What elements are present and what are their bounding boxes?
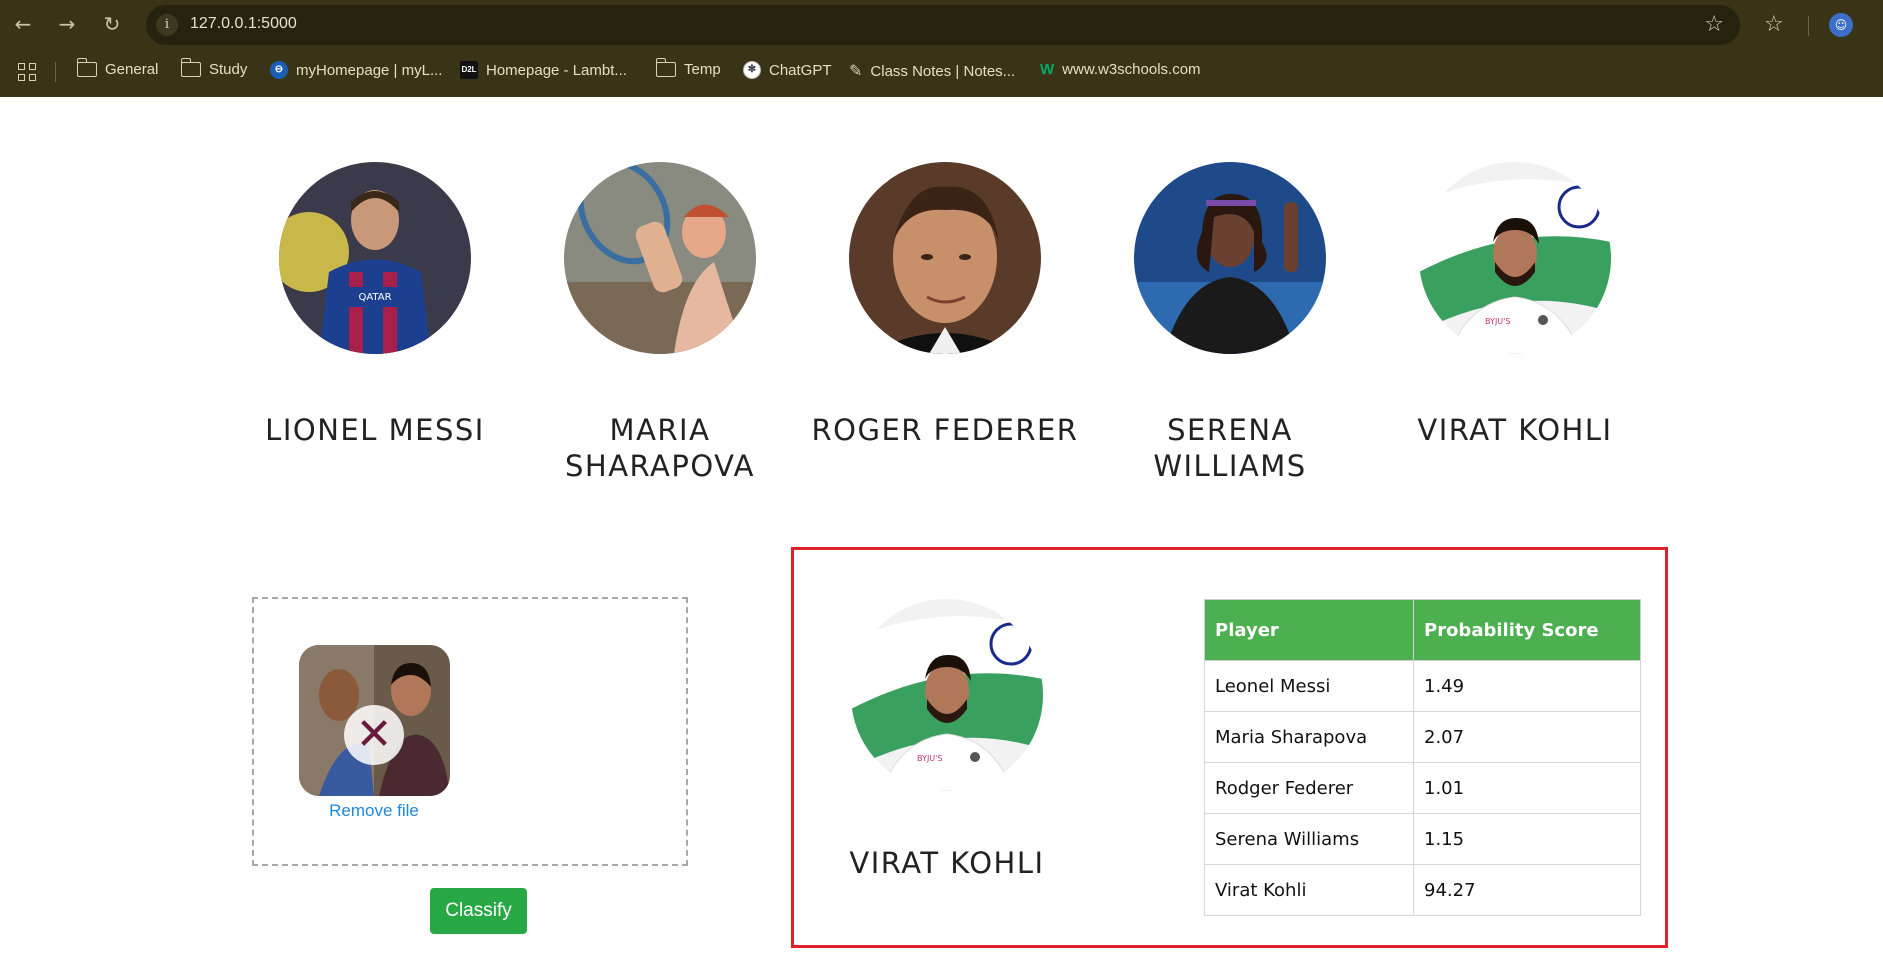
score-cell: 1.01 bbox=[1413, 762, 1641, 814]
classify-button[interactable]: Classify bbox=[430, 888, 527, 934]
pen-icon: ✎ bbox=[849, 63, 863, 80]
bookmark-label: myHomepage | myL... bbox=[296, 61, 443, 79]
folder-icon bbox=[180, 58, 201, 77]
celebrity-photo bbox=[564, 162, 756, 354]
bookmark-d2l[interactable]: D2L Homepage - Lambt... bbox=[460, 61, 627, 79]
celebrity-name: SERENA WILLIAMS bbox=[1153, 413, 1307, 483]
bookmark-myhomepage[interactable]: ⊖ myHomepage | myL... bbox=[270, 61, 442, 79]
toolbar-divider bbox=[1808, 16, 1809, 36]
result-name: VIRAT KOHLI bbox=[849, 846, 1045, 880]
apps-grid-icon[interactable] bbox=[18, 63, 36, 81]
celebrity-name: MARIA SHARAPOVA bbox=[565, 413, 755, 483]
score-cell: 2.07 bbox=[1413, 711, 1641, 763]
table-row: Serena Williams 1.15 bbox=[1204, 813, 1641, 865]
celebrity-card-federer: ROGER FEDERER bbox=[812, 162, 1077, 447]
browser-chrome: ← → ↻ i 127.0.0.1:5000 ☆ ☆ ☺ General Stu… bbox=[0, 0, 1883, 97]
remove-file-link[interactable]: Remove file bbox=[294, 801, 454, 821]
bookmark-class-notes[interactable]: ✎ Class Notes | Notes... bbox=[849, 61, 1015, 81]
table-row: Maria Sharapova 2.07 bbox=[1204, 711, 1641, 763]
forward-button[interactable]: → bbox=[54, 11, 80, 37]
celebrity-photo bbox=[1134, 162, 1326, 354]
w3schools-icon: W bbox=[1040, 61, 1055, 78]
svg-text:BYJU'S: BYJU'S bbox=[917, 754, 942, 763]
celebrity-name: LIONEL MESSI bbox=[265, 413, 485, 447]
bookmark-temp[interactable]: Temp bbox=[655, 58, 721, 78]
table-header-row: Player Probability Score bbox=[1204, 599, 1641, 661]
celebrity-photo bbox=[849, 162, 1041, 354]
column-header-score: Probability Score bbox=[1413, 599, 1641, 661]
bookmark-label: Study bbox=[209, 61, 248, 78]
player-cell: Maria Sharapova bbox=[1204, 711, 1414, 763]
d2l-favicon: D2L bbox=[460, 61, 478, 79]
remove-x-icon[interactable]: ✕ bbox=[344, 705, 404, 765]
bookmark-label: Class Notes | Notes... bbox=[870, 62, 1016, 80]
result-panel: BYJU'S VIRAT KOHLI Player Probability Sc… bbox=[791, 547, 1668, 948]
address-bar[interactable]: i 127.0.0.1:5000 ☆ bbox=[146, 5, 1740, 45]
celebrity-photo: QATAR bbox=[279, 162, 471, 354]
score-cell: 1.49 bbox=[1413, 660, 1641, 712]
probability-table: Player Probability Score Leonel Messi 1.… bbox=[1204, 599, 1641, 916]
bookmark-label: www.w3schools.com bbox=[1062, 61, 1201, 78]
bookmark-chatgpt[interactable]: ✻ ChatGPT bbox=[743, 61, 832, 79]
player-cell: Serena Williams bbox=[1204, 813, 1414, 865]
site-favicon: ⊖ bbox=[270, 61, 288, 79]
table-row: Virat Kohli 94.27 bbox=[1204, 864, 1641, 916]
uploaded-image-thumbnail: ✕ bbox=[299, 645, 450, 796]
upload-dropzone[interactable]: ✕ Remove file bbox=[252, 597, 688, 866]
svg-text:BYJU'S: BYJU'S bbox=[1485, 317, 1510, 326]
site-info-icon[interactable]: i bbox=[156, 14, 178, 36]
bookmark-w3schools[interactable]: W www.w3schools.com bbox=[1040, 61, 1201, 78]
score-cell: 1.15 bbox=[1413, 813, 1641, 865]
player-cell: Virat Kohli bbox=[1204, 864, 1414, 916]
celebrity-name: VIRAT KOHLI bbox=[1417, 413, 1613, 447]
folder-icon bbox=[76, 58, 97, 77]
celebrity-card-kohli: BYJU'S VIRAT KOHLI bbox=[1417, 162, 1611, 447]
column-header-player: Player bbox=[1204, 599, 1414, 661]
celebrity-card-serena: SERENA WILLIAMS bbox=[1134, 162, 1326, 483]
bookmark-study[interactable]: Study bbox=[180, 58, 248, 78]
folder-icon bbox=[655, 58, 676, 77]
result-photo: BYJU'S bbox=[851, 599, 1043, 791]
bookmark-label: ChatGPT bbox=[769, 61, 832, 79]
svg-text:QATAR: QATAR bbox=[358, 292, 391, 303]
bookmark-star-icon[interactable]: ☆ bbox=[1704, 12, 1724, 37]
bookmark-label: Homepage - Lambt... bbox=[486, 61, 627, 79]
player-cell: Rodger Federer bbox=[1204, 762, 1414, 814]
bookmark-label: Temp bbox=[684, 61, 721, 78]
celebrity-name: ROGER FEDERER bbox=[811, 413, 1079, 447]
celebrity-card-sharapova: MARIA SHARAPOVA bbox=[564, 162, 756, 483]
table-row: Rodger Federer 1.01 bbox=[1204, 762, 1641, 814]
player-cell: Leonel Messi bbox=[1204, 660, 1414, 712]
bookmark-general[interactable]: General bbox=[76, 58, 159, 78]
browser-toolbar: ← → ↻ i 127.0.0.1:5000 ☆ ☆ ☺ bbox=[0, 0, 1883, 50]
reload-button[interactable]: ↻ bbox=[99, 11, 125, 37]
bookmarks-star-icon[interactable]: ☆ bbox=[1764, 12, 1784, 37]
table-row: Leonel Messi 1.49 bbox=[1204, 660, 1641, 712]
bookmark-label: General bbox=[105, 61, 159, 78]
celebrity-photo: BYJU'S bbox=[1419, 162, 1611, 354]
profile-avatar[interactable]: ☺ bbox=[1829, 13, 1853, 37]
address-url[interactable]: 127.0.0.1:5000 bbox=[190, 15, 297, 33]
celebrity-card-messi: QATAR LIONEL MESSI bbox=[265, 162, 483, 447]
bookmarks-divider bbox=[55, 62, 56, 82]
chatgpt-icon: ✻ bbox=[743, 61, 761, 79]
back-button[interactable]: ← bbox=[10, 11, 36, 37]
score-cell: 94.27 bbox=[1413, 864, 1641, 916]
